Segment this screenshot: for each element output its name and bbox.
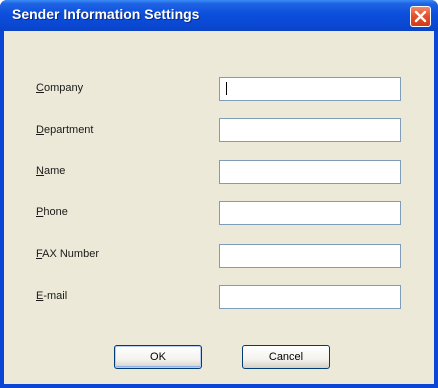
phone-input[interactable] — [219, 201, 401, 225]
name-input[interactable] — [219, 160, 401, 184]
name-label: Name — [36, 165, 65, 177]
email-label: E-mail — [36, 290, 67, 302]
fax-number-label: FAX Number — [36, 248, 99, 260]
fax-number-label-text: AX Number — [42, 248, 99, 260]
department-input[interactable] — [219, 118, 401, 142]
text-caret — [226, 82, 227, 95]
window-frame-bottom — [0, 384, 438, 388]
window-title: Sender Information Settings — [12, 6, 200, 22]
company-label: Company — [36, 82, 83, 94]
department-label: Department — [36, 124, 93, 136]
company-label-text: ompany — [43, 82, 84, 94]
close-icon — [414, 10, 427, 23]
department-label-mnemonic: D — [36, 124, 44, 136]
phone-label: Phone — [36, 206, 68, 218]
email-label-text: -mail — [43, 290, 68, 302]
name-label-mnemonic: N — [36, 165, 44, 177]
company-label-mnemonic: C — [36, 82, 44, 94]
email-input[interactable] — [219, 285, 401, 309]
department-label-text: epartment — [43, 124, 94, 136]
cancel-button[interactable]: Cancel — [242, 345, 330, 369]
close-button[interactable] — [410, 6, 431, 27]
fax-number-input[interactable] — [219, 244, 401, 268]
company-input[interactable] — [219, 77, 401, 101]
ok-button[interactable]: OK — [114, 345, 202, 369]
dialog-window: Sender Information Settings Company Depa… — [0, 0, 438, 388]
name-label-text: ame — [43, 165, 66, 177]
title-bar[interactable]: Sender Information Settings — [0, 0, 438, 31]
phone-label-text: hone — [43, 206, 68, 218]
